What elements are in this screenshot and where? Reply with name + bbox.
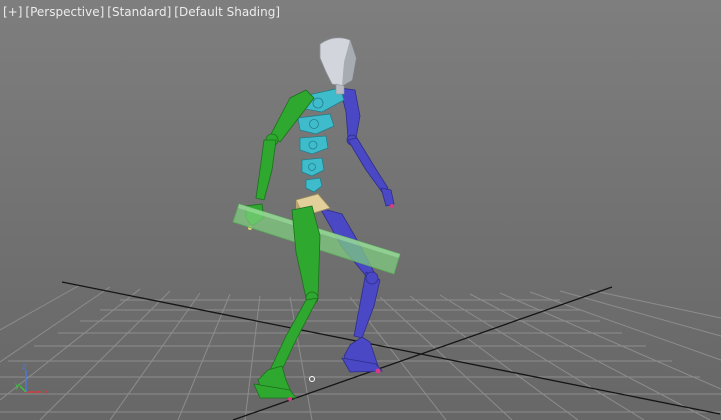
z-axis-label: z [22,362,26,371]
viewport-point-of-view-menu[interactable]: [Perspective] [25,5,104,20]
biped-right-arm[interactable] [339,87,395,208]
viewport-general-menu[interactable]: [+] [3,5,22,20]
world-axis-lines [61,281,721,420]
viewport-stat-menu[interactable]: [Standard] [107,5,171,20]
perspective-viewport[interactable]: [+] [Perspective] [Standard] [Default Sh… [0,0,721,420]
biped-head[interactable] [319,37,357,95]
y-axis-label: y [15,381,20,390]
y-axis-arrow [19,385,27,393]
x-axis-label: x [44,387,49,396]
viewport-shading-menu[interactable]: [Default Shading] [174,5,280,20]
viewport-label-menu: [+] [Perspective] [Standard] [Default Sh… [3,5,280,20]
scene-canvas[interactable]: x z y [0,0,721,420]
axis-tripod: x z y [15,362,49,396]
